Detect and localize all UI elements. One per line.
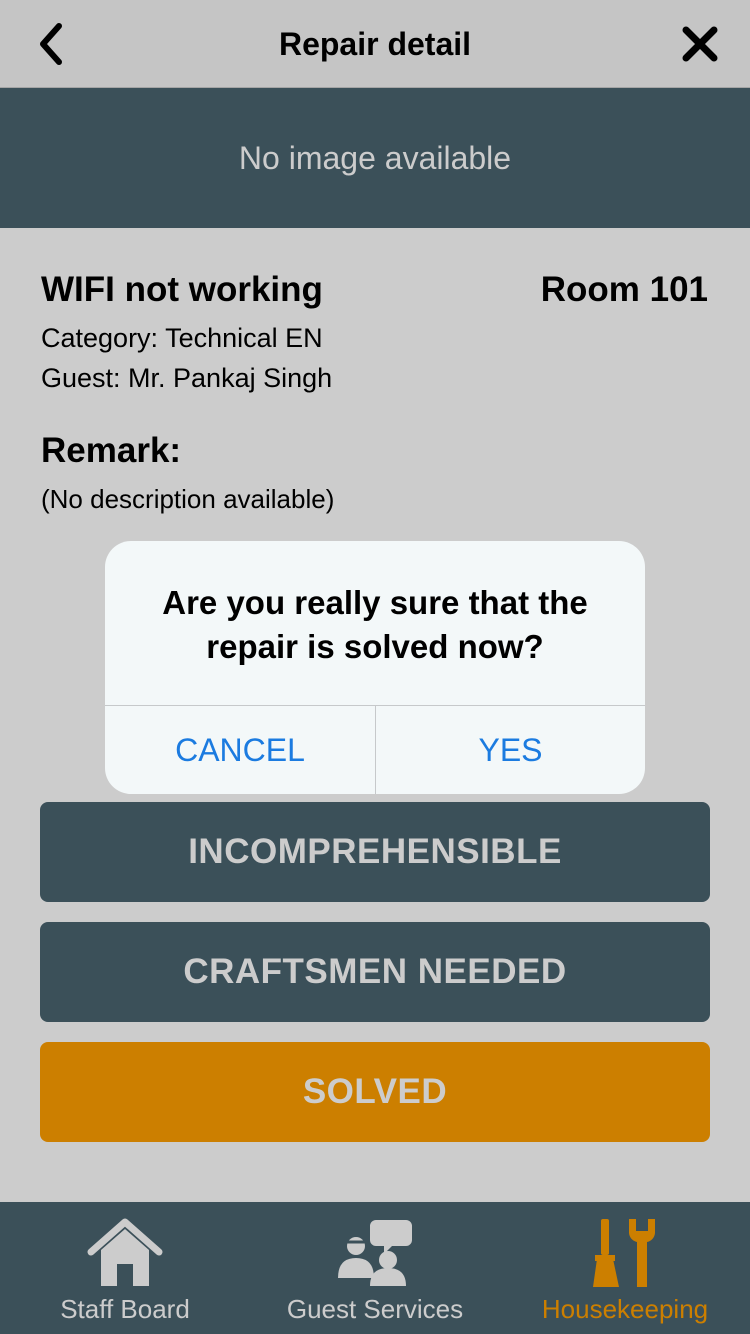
confirm-dialog: Are you really sure that the repair is s… [105,541,645,794]
cancel-button[interactable]: CANCEL [105,706,375,794]
repair-detail-screen: Repair detail No image available WIFI no… [0,0,750,1334]
yes-button[interactable]: YES [376,706,645,794]
dialog-message: Are you really sure that the repair is s… [162,584,588,665]
